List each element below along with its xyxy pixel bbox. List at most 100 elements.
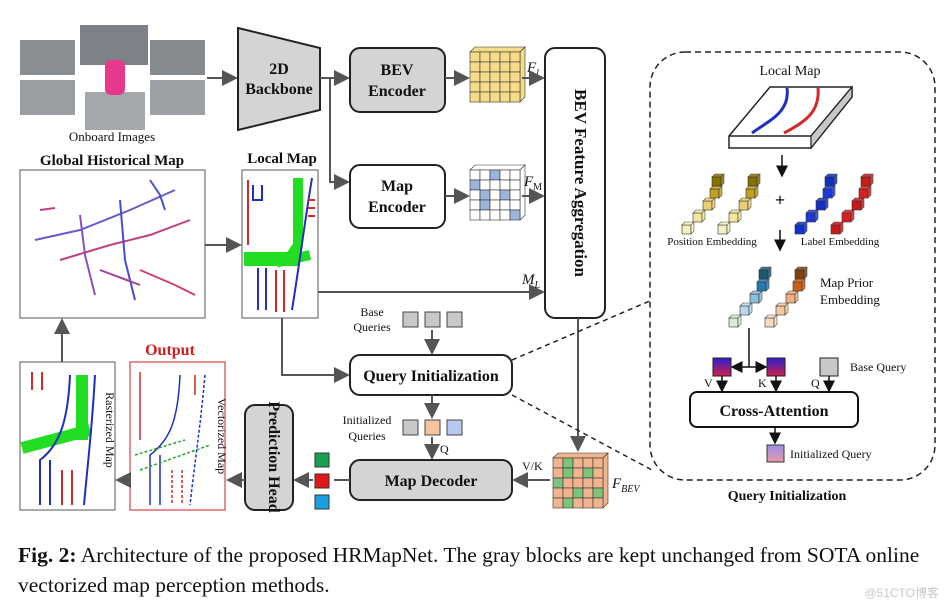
f-bev-label: FBEV <box>611 476 641 495</box>
grid-cell <box>499 71 511 83</box>
grid-cell <box>509 71 521 83</box>
caption-prefix: Fig. 2: <box>18 543 77 567</box>
grid-top <box>552 452 609 459</box>
grid-cell <box>572 497 584 509</box>
embedding-cube <box>709 188 720 199</box>
grid-cell <box>509 91 521 103</box>
grid-cell <box>592 497 604 509</box>
grid-cell <box>509 61 521 73</box>
grid-cell <box>469 81 481 93</box>
grid-cell <box>499 189 511 201</box>
svg-text:2D: 2D <box>269 61 289 78</box>
map-decoder-block: Map Decoder <box>349 459 513 501</box>
svg-text:Map Decoder: Map Decoder <box>385 473 478 490</box>
svg-text:Rasterized Map: Rasterized Map <box>103 392 117 468</box>
grid-cell <box>552 467 564 479</box>
key-square <box>766 357 786 377</box>
grid-cell <box>582 497 594 509</box>
grid-cell <box>582 487 594 499</box>
embedding-cube <box>747 176 758 187</box>
query-initialization-block: Query Initialization <box>349 354 513 396</box>
grid-side <box>602 452 609 509</box>
svg-text:Base Query: Base Query <box>850 360 906 374</box>
embedding-cube <box>830 224 841 235</box>
svg-text:Backbone: Backbone <box>245 81 313 98</box>
grid-cell <box>499 51 511 63</box>
embedding-cube <box>794 269 805 280</box>
grid-cell <box>479 169 491 181</box>
grid-cell <box>499 209 511 221</box>
local-map-title: Local Map <box>247 151 317 167</box>
architecture-diagram: Onboard Images 2D Backbone BEV Encoder M… <box>19 25 936 513</box>
m-l-label: ML <box>521 272 541 291</box>
embedding-cube <box>794 224 805 235</box>
svg-text:Position Embedding: Position Embedding <box>667 236 757 248</box>
global-historical-map <box>19 169 206 319</box>
map-encoder-block: Map Encoder <box>349 164 446 229</box>
grid-cell <box>479 61 491 73</box>
embedding-cube <box>717 224 728 235</box>
grid-cell <box>489 169 501 181</box>
grid-cell <box>489 199 501 211</box>
grid-cell <box>509 209 521 221</box>
onboard-images: Onboard Images <box>20 25 205 144</box>
f-m-label: FM <box>523 174 542 193</box>
grid-cell <box>489 51 501 63</box>
embedding-cube <box>822 188 833 199</box>
caption-text: Architecture of the proposed HRMapNet. T… <box>18 543 920 597</box>
svg-text:Queries: Queries <box>348 429 386 443</box>
map-prior-embedding-cubes <box>728 266 808 328</box>
grid-cell <box>479 81 491 93</box>
embedding-cube <box>739 305 750 316</box>
grid-cell <box>469 179 481 191</box>
bev-feature-aggregation-block: BEV Feature Aggregation <box>544 47 606 319</box>
embedding-cube <box>815 200 826 211</box>
grid-cell <box>479 209 491 221</box>
grid-cell <box>469 51 481 63</box>
embedding-cube <box>749 293 760 304</box>
grid-cell <box>479 71 491 83</box>
embedding-cube <box>860 176 871 187</box>
svg-text:Prediction Head: Prediction Head <box>265 401 282 512</box>
svg-text:Cross-Attention: Cross-Attention <box>719 403 828 420</box>
grid-cell <box>592 477 604 489</box>
grid-cell <box>509 179 521 191</box>
grid-cell <box>582 457 594 469</box>
grid-cell <box>582 467 594 479</box>
onboard-images-label: Onboard Images <box>69 129 155 144</box>
local-map <box>241 169 319 319</box>
svg-text:Encoder: Encoder <box>368 199 426 216</box>
grid-cell <box>572 467 584 479</box>
grid-cell <box>592 487 604 499</box>
grid-cell <box>572 477 584 489</box>
grid-cell <box>479 91 491 103</box>
plus-sign: + <box>775 190 785 210</box>
panel-title: Query Initialization <box>728 489 847 504</box>
backbone-block: 2D Backbone <box>237 26 321 132</box>
embedding-cube <box>764 317 775 328</box>
svg-text:Initialized: Initialized <box>343 413 392 427</box>
svg-text:Encoder: Encoder <box>368 83 426 100</box>
grid-cell <box>499 81 511 93</box>
grid-cell <box>489 61 501 73</box>
grid-cell <box>499 179 511 191</box>
value-square <box>712 357 732 377</box>
embedding-cube <box>728 212 739 223</box>
embedding-cube <box>692 212 703 223</box>
grid-cell <box>592 457 604 469</box>
initialized-query-squares <box>402 419 463 436</box>
local-map-slab <box>728 85 853 150</box>
embedding-cube <box>758 269 769 280</box>
embedding-cube <box>841 212 852 223</box>
grid-cell <box>509 189 521 201</box>
embedding-cube <box>785 293 796 304</box>
grid-cell <box>562 457 574 469</box>
svg-text:Queries: Queries <box>353 320 391 334</box>
svg-text:V: V <box>704 376 713 390</box>
fused-bev-feature-grid <box>552 452 609 509</box>
embedding-cube <box>711 176 722 187</box>
grid-cell <box>489 189 501 201</box>
base-query-square <box>819 357 839 377</box>
query-initialization-detail-panel: Local Map + Position Embedding Label Emb… <box>649 51 936 504</box>
svg-text:Map Prior: Map Prior <box>820 275 874 290</box>
